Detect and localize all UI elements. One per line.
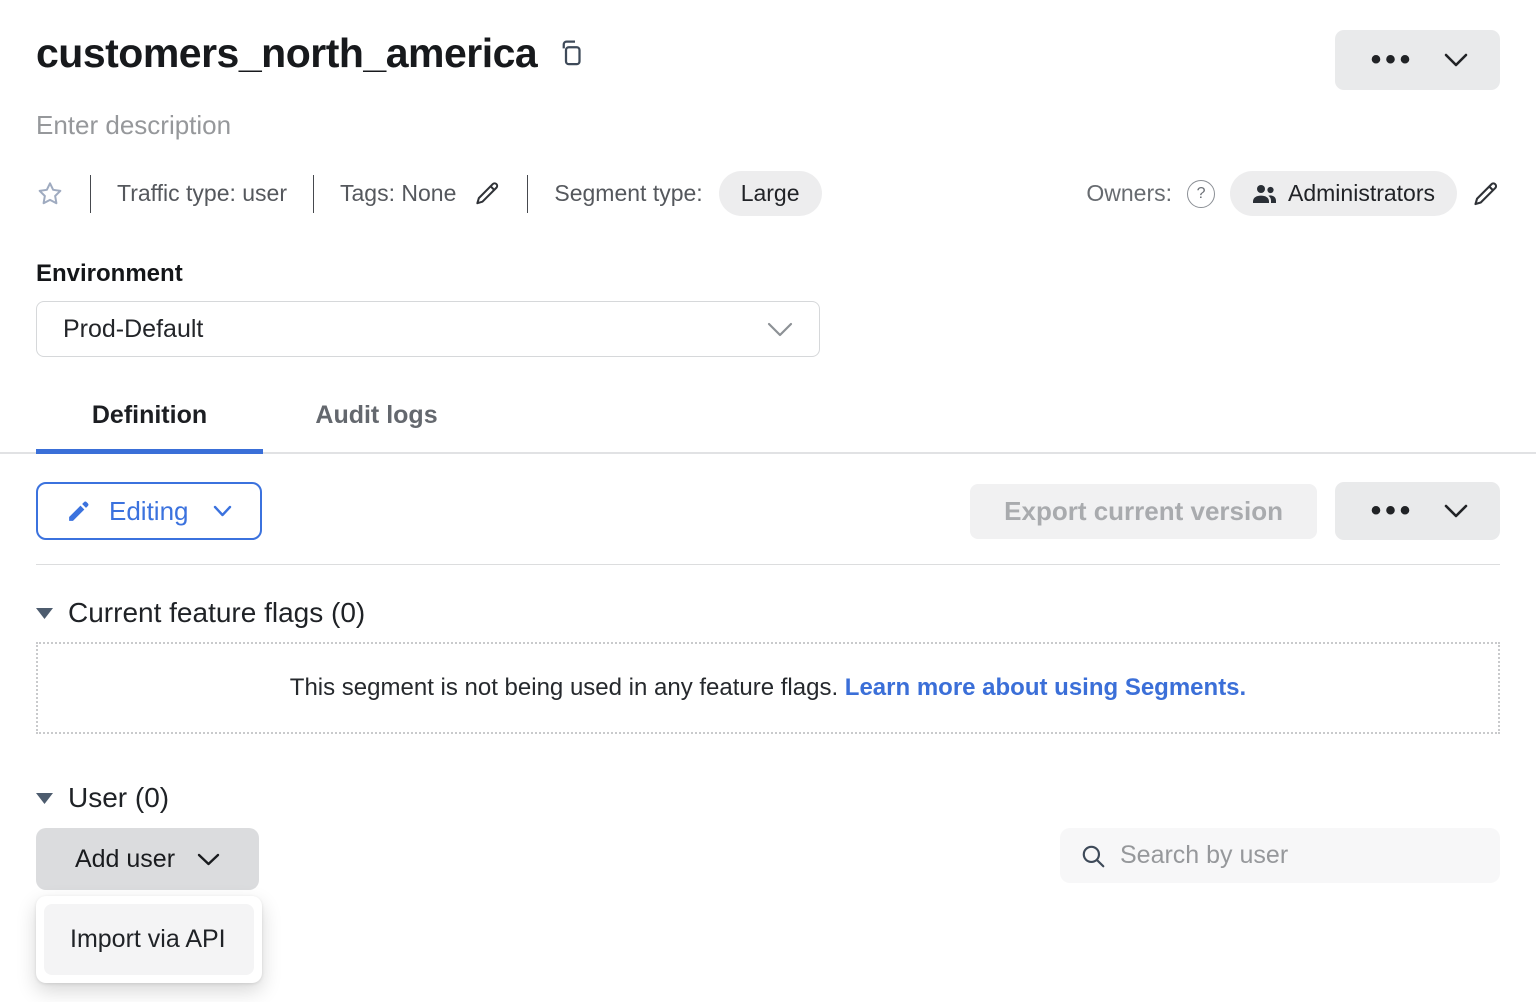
divider: [527, 175, 528, 213]
empty-state-text: This segment is not being used in any fe…: [290, 674, 838, 701]
edit-owners-pencil-icon[interactable]: [1472, 180, 1500, 208]
page-header: customers_north_america •••: [36, 30, 1500, 90]
learn-more-link[interactable]: Learn more about using Segments.: [845, 674, 1246, 701]
segment-detail-page: customers_north_america ••• Enter descri…: [0, 0, 1536, 890]
chevron-down-icon: [197, 853, 220, 866]
tab-bar: Definition Audit logs: [0, 389, 1536, 454]
search-by-user-input[interactable]: [1120, 841, 1480, 870]
add-user-label: Add user: [75, 845, 175, 874]
owners-group: Owners: ? Administrators: [1086, 171, 1500, 216]
chevron-down-icon: [1444, 504, 1468, 518]
pencil-icon: [66, 499, 91, 524]
divider: [313, 175, 314, 213]
segment-type-badge: Large: [719, 171, 822, 216]
definition-more-button[interactable]: •••: [1335, 482, 1500, 540]
meta-row: Traffic type: user Tags: None Segment ty…: [36, 171, 1500, 216]
editing-label: Editing: [109, 496, 189, 527]
ellipsis-icon: •••: [1367, 45, 1415, 75]
editing-status-button[interactable]: Editing: [36, 482, 262, 540]
add-user-dropdown: Add user Import via API: [36, 828, 259, 890]
feature-flags-section-title: Current feature flags (0): [68, 597, 365, 629]
right-actions: Export current version •••: [970, 482, 1500, 540]
export-current-version-button[interactable]: Export current version: [970, 484, 1317, 539]
header-more-button[interactable]: •••: [1335, 30, 1500, 90]
owners-label: Owners:: [1086, 180, 1172, 207]
people-icon: [1252, 183, 1277, 205]
user-section-title: User (0): [68, 782, 169, 814]
tab-definition[interactable]: Definition: [36, 389, 263, 452]
feature-flags-empty-state: This segment is not being used in any fe…: [36, 642, 1500, 734]
menu-item-import-via-api[interactable]: Import via API: [44, 904, 254, 975]
tab-audit-logs[interactable]: Audit logs: [263, 389, 490, 452]
user-section-header[interactable]: User (0): [36, 782, 1500, 814]
divider: [90, 175, 91, 213]
tags-label: Tags: None: [340, 180, 456, 207]
traffic-type-label: Traffic type: user: [117, 180, 287, 207]
search-by-user-box: [1060, 828, 1500, 883]
environment-label: Environment: [36, 260, 1500, 288]
description-field[interactable]: Enter description: [36, 110, 1500, 141]
edit-tags-pencil-icon[interactable]: [474, 180, 501, 207]
caret-down-icon: [36, 793, 53, 804]
page-title: customers_north_america: [36, 30, 537, 77]
owners-value: Administrators: [1288, 180, 1435, 207]
search-icon: [1080, 843, 1106, 869]
add-user-menu: Import via API: [36, 896, 262, 983]
chevron-down-icon: [213, 505, 232, 517]
chevron-down-icon: [1444, 53, 1468, 67]
help-icon[interactable]: ?: [1187, 180, 1215, 208]
environment-selected-value: Prod-Default: [63, 315, 203, 344]
ellipsis-icon: •••: [1367, 496, 1415, 526]
divider: [36, 564, 1500, 565]
title-group: customers_north_america: [36, 30, 584, 77]
owners-chip[interactable]: Administrators: [1230, 171, 1457, 216]
meta-left: Traffic type: user Tags: None Segment ty…: [36, 171, 822, 216]
chevron-down-icon: [767, 322, 793, 337]
caret-down-icon: [36, 608, 53, 619]
star-icon[interactable]: [36, 180, 64, 208]
copy-icon[interactable]: [557, 39, 584, 69]
actions-row: Editing Export current version •••: [36, 482, 1500, 540]
environment-select[interactable]: Prod-Default: [36, 301, 820, 357]
feature-flags-section-header[interactable]: Current feature flags (0): [36, 597, 1500, 629]
add-user-button[interactable]: Add user: [36, 828, 259, 890]
segment-type-label: Segment type:: [554, 180, 702, 207]
user-row: Add user Import via API: [36, 828, 1500, 890]
